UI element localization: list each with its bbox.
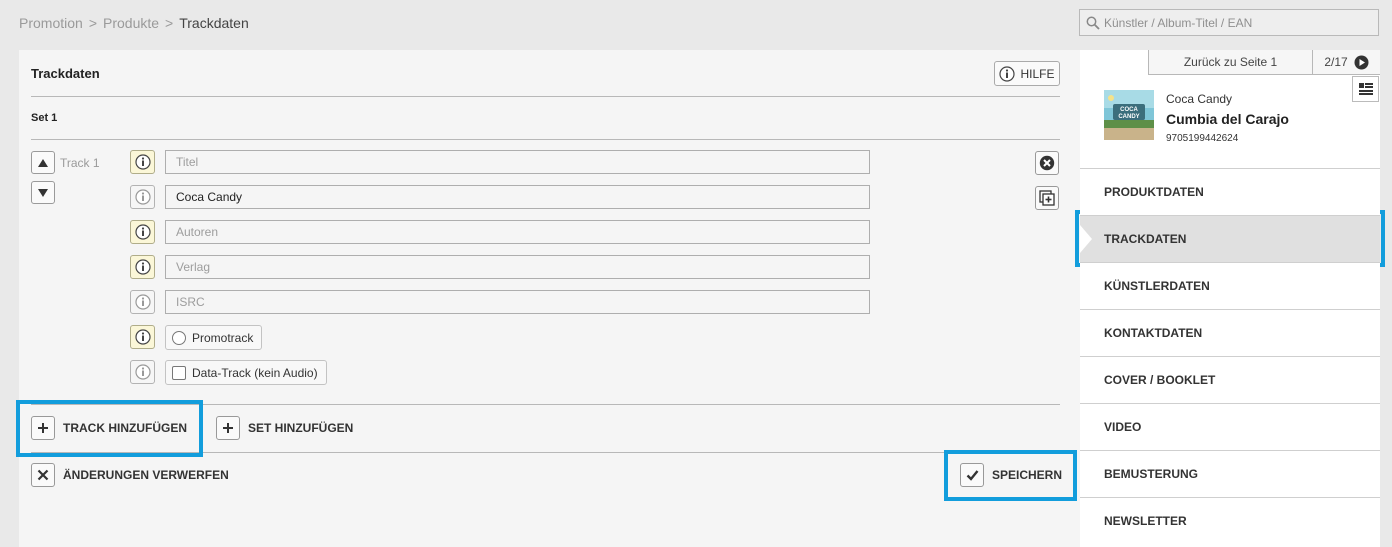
svg-text:CANDY: CANDY <box>1118 114 1139 120</box>
nav-item-bemusterung[interactable]: BEMUSTERUNG <box>1080 450 1380 497</box>
arrow-up-icon <box>38 158 48 167</box>
info-icon <box>134 154 151 170</box>
remove-track-icon <box>1039 155 1055 171</box>
artist-input[interactable] <box>165 185 870 209</box>
promotrack-info-button[interactable] <box>130 325 155 349</box>
help-label: HILFE <box>1020 66 1055 81</box>
list-view-toggle[interactable] <box>1352 76 1379 102</box>
info-icon <box>134 259 151 275</box>
info-icon <box>134 329 151 345</box>
authors-input[interactable] <box>165 220 870 244</box>
search-box <box>1079 9 1379 36</box>
plus-icon <box>31 416 55 440</box>
nav-item-kuenstlerdaten[interactable]: KÜNSTLERDATEN <box>1080 262 1380 309</box>
product-artist: Coca Candy <box>1166 92 1233 106</box>
add-track-button[interactable]: TRACK HINZUFÜGEN <box>31 416 187 440</box>
breadcrumb: Promotion > Produkte > Trackdaten <box>19 15 249 31</box>
search-input[interactable] <box>1104 15 1364 30</box>
isrc-input[interactable] <box>165 290 870 314</box>
help-button[interactable]: HILFE <box>994 61 1060 86</box>
radio-circle <box>172 330 186 345</box>
back-to-page-button[interactable]: Zurück zu Seite 1 <box>1149 50 1313 74</box>
nav-item-kontaktdaten[interactable]: KONTAKTDATEN <box>1080 309 1380 356</box>
remove-track-button[interactable] <box>1035 151 1059 175</box>
authors-info-button[interactable] <box>130 220 155 244</box>
list-view-icon <box>1358 83 1373 95</box>
discard-changes-button[interactable]: ÄNDERUNGEN VERWERFEN <box>31 463 229 487</box>
checkmark-icon <box>960 463 984 487</box>
nav-item-video[interactable]: VIDEO <box>1080 403 1380 450</box>
next-page-icon[interactable] <box>1354 55 1369 70</box>
move-track-down-button[interactable] <box>31 181 55 204</box>
panel-title: Trackdaten <box>31 66 100 81</box>
artist-info-button[interactable] <box>130 185 155 209</box>
album-cover: COCA CANDY <box>1104 90 1154 140</box>
move-track-up-button[interactable] <box>31 151 55 174</box>
nav-item-produktdaten[interactable]: PRODUKTDATEN <box>1080 168 1380 215</box>
breadcrumb-separator: > <box>88 15 97 31</box>
info-icon <box>134 294 151 310</box>
save-label: SPEICHERN <box>992 468 1063 482</box>
duplicate-track-button[interactable] <box>1035 186 1059 210</box>
duplicate-track-icon <box>1039 190 1055 206</box>
divider <box>31 96 1060 97</box>
title-info-button[interactable] <box>130 150 155 174</box>
add-track-label: TRACK HINZUFÜGEN <box>63 421 187 435</box>
track-label: Track 1 <box>60 156 100 170</box>
set-label: Set 1 <box>31 112 58 124</box>
page-indicator: 2/17 <box>1313 50 1380 74</box>
sidebar: Zurück zu Seite 1 2/17 COCA CANDY Coca C… <box>1080 50 1380 547</box>
promotrack-radio[interactable]: Promotrack <box>165 325 263 350</box>
save-button[interactable]: SPEICHERN <box>960 463 1062 487</box>
info-icon <box>134 224 151 240</box>
divider <box>31 452 1060 453</box>
nav-item-newsletter[interactable]: NEWSLETTER <box>1080 497 1380 544</box>
nav-item-trackdaten[interactable]: TRACKDATEN <box>1080 215 1380 262</box>
divider <box>31 139 1060 140</box>
close-icon <box>31 463 55 487</box>
product-info: COCA CANDY Coca Candy Cumbia del Carajo … <box>1104 90 1289 144</box>
datatrack-checkbox[interactable]: Data-Track (kein Audio) <box>165 360 327 385</box>
info-icon <box>134 189 151 205</box>
publisher-input[interactable] <box>165 255 870 279</box>
datatrack-label: Data-Track (kein Audio) <box>192 365 318 380</box>
add-set-label: SET HINZUFÜGEN <box>248 421 354 435</box>
publisher-info-button[interactable] <box>130 255 155 279</box>
product-ean: 9705199442624 <box>1166 133 1239 144</box>
promotrack-label: Promotrack <box>192 330 254 345</box>
sidebar-nav: PRODUKTDATEN TRACKDATEN KÜNSTLERDATEN KO… <box>1080 168 1380 544</box>
breadcrumb-current: Trackdaten <box>179 15 249 31</box>
isrc-info-button[interactable] <box>130 290 155 314</box>
search-icon <box>1086 16 1100 30</box>
title-input[interactable] <box>165 150 870 174</box>
breadcrumb-produkte[interactable]: Produkte <box>103 15 159 31</box>
info-icon <box>134 364 151 380</box>
info-icon <box>999 65 1016 82</box>
arrow-down-icon <box>38 188 48 197</box>
datatrack-info-button[interactable] <box>130 360 155 384</box>
add-set-button[interactable]: SET HINZUFÜGEN <box>216 416 353 440</box>
pager: Zurück zu Seite 1 2/17 <box>1148 50 1380 75</box>
plus-icon <box>216 416 240 440</box>
discard-label: ÄNDERUNGEN VERWERFEN <box>63 468 229 482</box>
svg-text:COCA: COCA <box>1120 107 1138 113</box>
divider <box>31 404 1060 405</box>
page-indicator-text: 2/17 <box>1324 55 1348 69</box>
trackdata-panel: Trackdaten HILFE Set 1 Track 1 Titel Coc… <box>19 50 1080 547</box>
breadcrumb-separator: > <box>165 15 174 31</box>
breadcrumb-promotion[interactable]: Promotion <box>19 15 83 31</box>
product-title: Cumbia del Carajo <box>1166 111 1289 127</box>
nav-item-cover-booklet[interactable]: COVER / BOOKLET <box>1080 356 1380 403</box>
checkbox-square <box>172 365 186 380</box>
